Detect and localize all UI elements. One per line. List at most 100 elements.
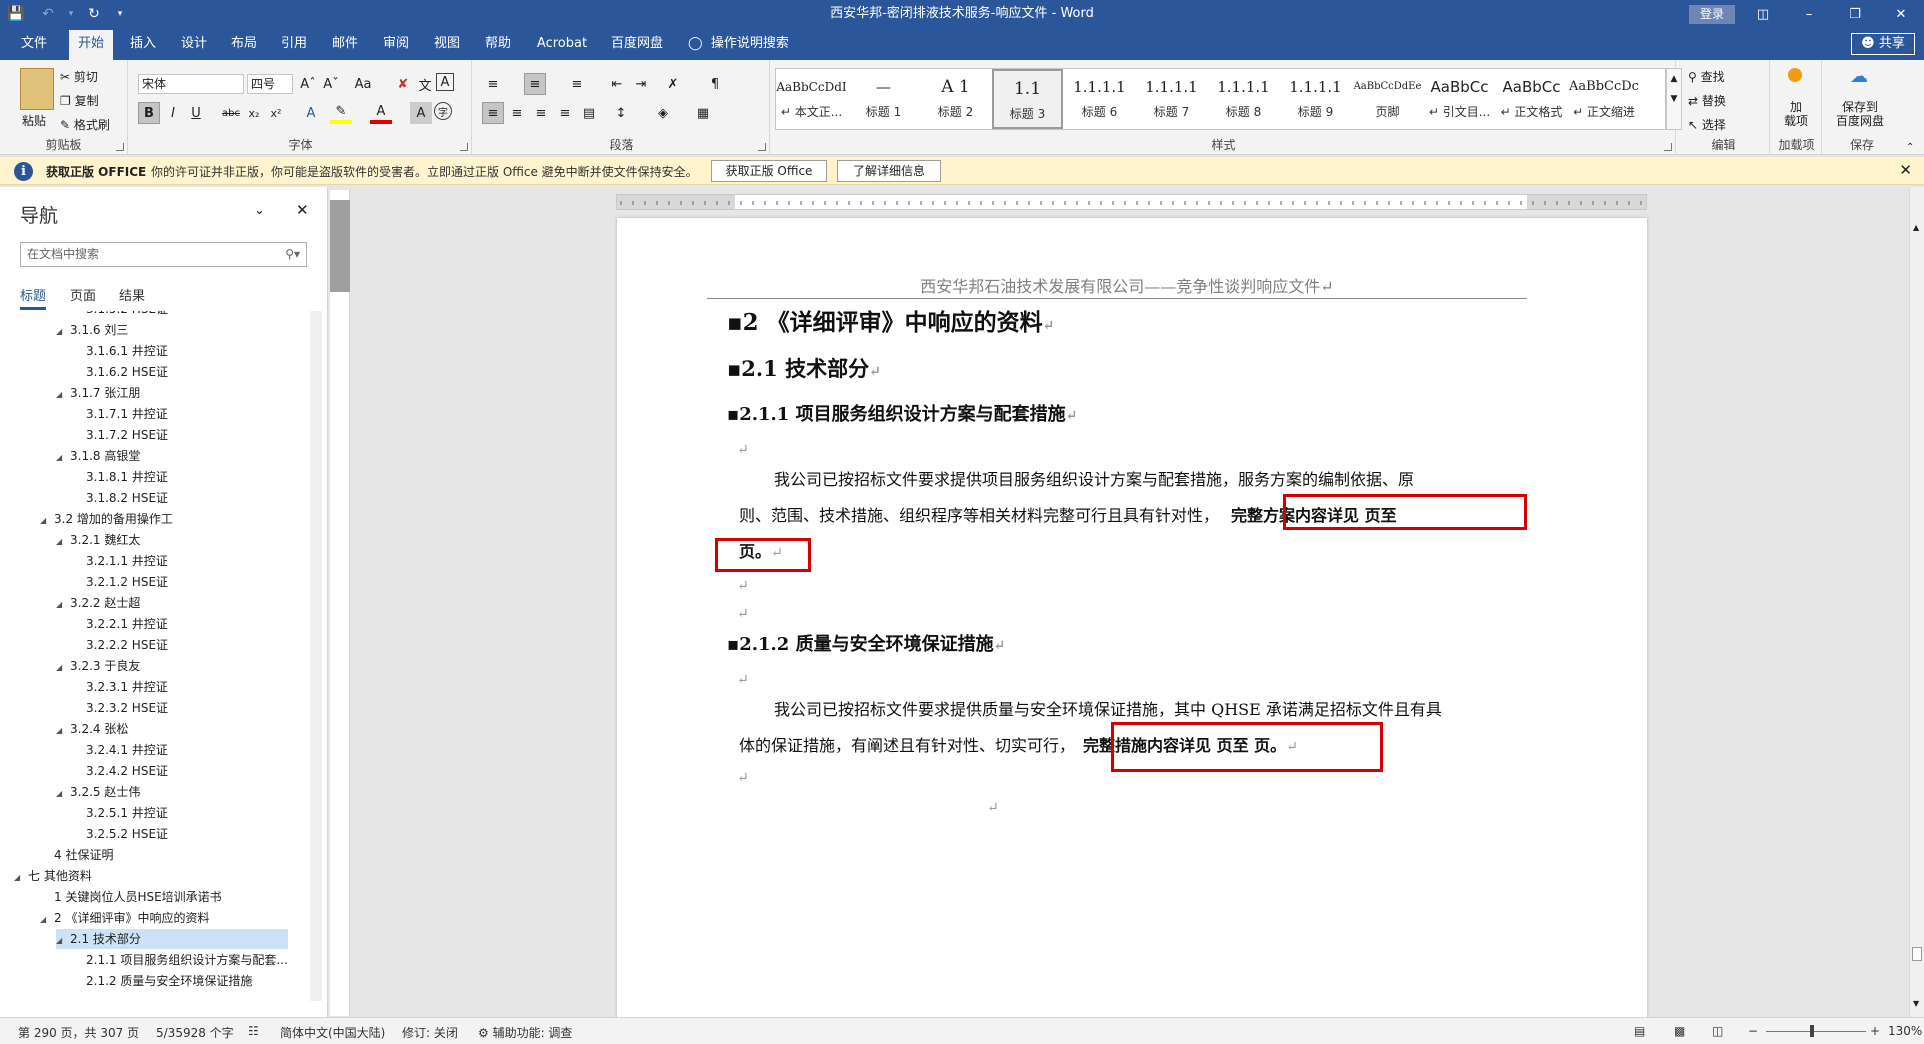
ribbon-display-icon[interactable]: ◫ (1740, 0, 1786, 28)
tab-design[interactable]: 设计 (172, 28, 216, 60)
nav-tab-results[interactable]: 结果 (119, 285, 145, 304)
shading-icon[interactable]: ◈ (652, 102, 674, 124)
decrease-indent-icon[interactable]: ⇤ (606, 73, 628, 95)
find-button[interactable]: ⚲ 查找 (1688, 68, 1725, 85)
tab-acrobat[interactable]: Acrobat (532, 28, 592, 60)
document-page[interactable]: 西安华邦石油技术发展有限公司——竞争性谈判响应文件↵ ▪2 《详细评审》中响应的… (617, 218, 1647, 1018)
zoom-slider-thumb[interactable] (1810, 1025, 1814, 1037)
nav-heading-item[interactable]: ◢ 2 《详细评审》中响应的资料 (40, 908, 290, 928)
style-heading-9[interactable]: 1.1.1.1 标题 9 (1280, 69, 1351, 129)
collapse-arrow-icon[interactable]: ◢ (40, 511, 54, 529)
nav-heading-item[interactable]: 3.1.7.2 HSE证 (72, 425, 308, 445)
change-case-icon[interactable]: Aa (352, 73, 374, 95)
styles-launcher-icon[interactable] (1664, 143, 1672, 151)
learn-more-button[interactable]: 了解详细信息 (837, 160, 941, 182)
style-heading-8[interactable]: 1.1.1.1 标题 8 (1208, 69, 1279, 129)
web-layout-icon[interactable]: ◫ (1712, 1024, 1723, 1038)
tab-view[interactable]: 视图 (425, 28, 469, 60)
enclose-char-icon[interactable]: 字 (434, 102, 452, 120)
line-spacing-icon[interactable]: ↕ (610, 102, 632, 124)
nav-heading-item[interactable]: 3.2.4.2 HSE证 (72, 761, 308, 781)
nav-heading-item[interactable]: 3.1.8.1 井控证 (72, 467, 308, 487)
collapse-arrow-icon[interactable]: ◢ (56, 658, 70, 676)
copy-button[interactable]: ❐ 复制 (60, 92, 99, 109)
scroll-down-icon[interactable]: ▼ (1913, 999, 1919, 1008)
nav-heading-item[interactable]: 3.1.5.2 HSE证 (72, 311, 308, 319)
select-button[interactable]: ↖ 选择 (1688, 116, 1726, 133)
nav-heading-item[interactable]: 3.2.2.2 HSE证 (72, 635, 308, 655)
text-effects-icon[interactable]: A (300, 102, 322, 124)
align-right-icon[interactable]: ≡ (530, 102, 552, 124)
tab-review[interactable]: 审阅 (374, 28, 418, 60)
style-body-indent[interactable]: AaBbCcDc ↵ 正文缩进 (1568, 69, 1640, 129)
nav-heading-item[interactable]: 3.1.6.1 井控证 (72, 341, 308, 361)
zoom-slider[interactable] (1766, 1031, 1866, 1032)
addins-button[interactable]: 加 载项 (1784, 100, 1808, 128)
clipboard-launcher-icon[interactable] (116, 143, 124, 151)
char-border-icon[interactable]: A (436, 73, 454, 91)
nav-heading-item[interactable]: 3.1.8.2 HSE证 (72, 488, 308, 508)
nav-heading-item[interactable]: 1 关键岗位人员HSE培训承诺书 (40, 887, 290, 907)
style-body-text[interactable]: AaBbCcDdI ↵ 本文正... (776, 69, 847, 129)
tab-references[interactable]: 引用 (272, 28, 316, 60)
style-heading-7[interactable]: 1.1.1.1 标题 7 (1136, 69, 1207, 129)
nav-scrollbar[interactable] (310, 311, 322, 1001)
nav-heading-item[interactable]: 3.2.3.2 HSE证 (72, 698, 308, 718)
nav-heading-item[interactable]: 3.2.5.1 井控证 (72, 803, 308, 823)
highlight-icon[interactable]: ✎ (330, 102, 352, 124)
nav-heading-item[interactable]: 2.1.1 项目服务组织设计方案与配套... (72, 950, 308, 970)
share-button[interactable]: ☻ 共享 (1851, 33, 1915, 55)
multilevel-list-icon[interactable]: ≡ (566, 73, 588, 95)
proofing-icon[interactable]: ☷ (248, 1024, 259, 1038)
nav-options-icon[interactable]: ⌄ (254, 203, 265, 218)
save-icon[interactable]: 💾 (0, 0, 32, 28)
undo-icon[interactable]: ↶ (32, 0, 64, 28)
zoom-out-icon[interactable]: − (1748, 1024, 1758, 1038)
track-changes-status[interactable]: 修订: 关闭 (402, 1024, 458, 1041)
chinese-layout-icon[interactable]: ✗ (662, 73, 684, 95)
collapse-arrow-icon[interactable]: ◢ (56, 385, 70, 403)
print-layout-icon[interactable]: ▩ (1674, 1024, 1685, 1038)
nav-heading-item[interactable]: ◢ 七 其他资料 (14, 866, 264, 886)
distributed-icon[interactable]: ▤ (578, 102, 600, 124)
tab-mailings[interactable]: 邮件 (323, 28, 367, 60)
nav-heading-item[interactable]: ◢ 3.1.7 张江朋 (56, 383, 306, 403)
zoom-in-icon[interactable]: + (1870, 1024, 1880, 1038)
style-footer[interactable]: AaBbCcDdEe 页脚 (1352, 69, 1423, 129)
nav-heading-item[interactable]: 3.1.6.2 HSE证 (72, 362, 308, 382)
vertical-scrollbar[interactable]: ▲ ▼ (1909, 187, 1924, 1017)
close-info-icon[interactable]: ✕ (1899, 161, 1912, 179)
clear-format-icon[interactable]: ✘ (392, 73, 414, 95)
close-icon[interactable]: ✕ (1878, 0, 1924, 28)
restore-icon[interactable]: ❐ (1832, 0, 1878, 28)
bold-icon[interactable]: B (138, 102, 160, 124)
collapse-arrow-icon[interactable]: ◢ (56, 532, 70, 550)
collapse-arrow-icon[interactable]: ◢ (56, 721, 70, 739)
tab-layout[interactable]: 布局 (222, 28, 266, 60)
font-color-icon[interactable]: A (370, 102, 392, 124)
nav-heading-item[interactable]: 3.2.4.1 井控证 (72, 740, 308, 760)
zoom-level[interactable]: 130% (1888, 1024, 1922, 1038)
login-button[interactable]: 登录 (1689, 5, 1735, 24)
nav-heading-item[interactable]: ◢ 3.2 增加的备用操作工 (40, 509, 290, 529)
collapse-arrow-icon[interactable]: ◢ (56, 784, 70, 802)
tab-insert[interactable]: 插入 (121, 28, 165, 60)
nav-tab-pages[interactable]: 页面 (70, 285, 96, 304)
collapse-arrow-icon[interactable]: ◢ (40, 910, 54, 928)
page-count[interactable]: 第 290 页，共 307 页 (18, 1024, 139, 1041)
get-genuine-button[interactable]: 获取正版 Office (711, 160, 827, 182)
word-count[interactable]: 5/35928 个字 (156, 1024, 234, 1041)
undo-dropdown-icon[interactable]: ▾ (64, 0, 78, 28)
style-heading-1[interactable]: — 标题 1 (848, 69, 919, 129)
underline-icon[interactable]: U (185, 102, 207, 124)
justify-icon[interactable]: ≡ (554, 102, 576, 124)
collapse-arrow-icon[interactable]: ◢ (56, 595, 70, 613)
horizontal-ruler[interactable] (616, 194, 1647, 210)
nav-heading-item[interactable]: 3.2.1.2 HSE证 (72, 572, 308, 592)
cut-button[interactable]: ✂ 剪切 (60, 68, 98, 85)
style-heading-3[interactable]: 1.1 标题 3 (992, 69, 1063, 129)
search-icon[interactable]: ⚲▾ (285, 243, 300, 266)
nav-close-icon[interactable]: ✕ (296, 201, 309, 219)
save-to-baidu-button[interactable]: 保存到 百度网盘 (1836, 100, 1884, 128)
minimize-icon[interactable]: – (1786, 0, 1832, 28)
